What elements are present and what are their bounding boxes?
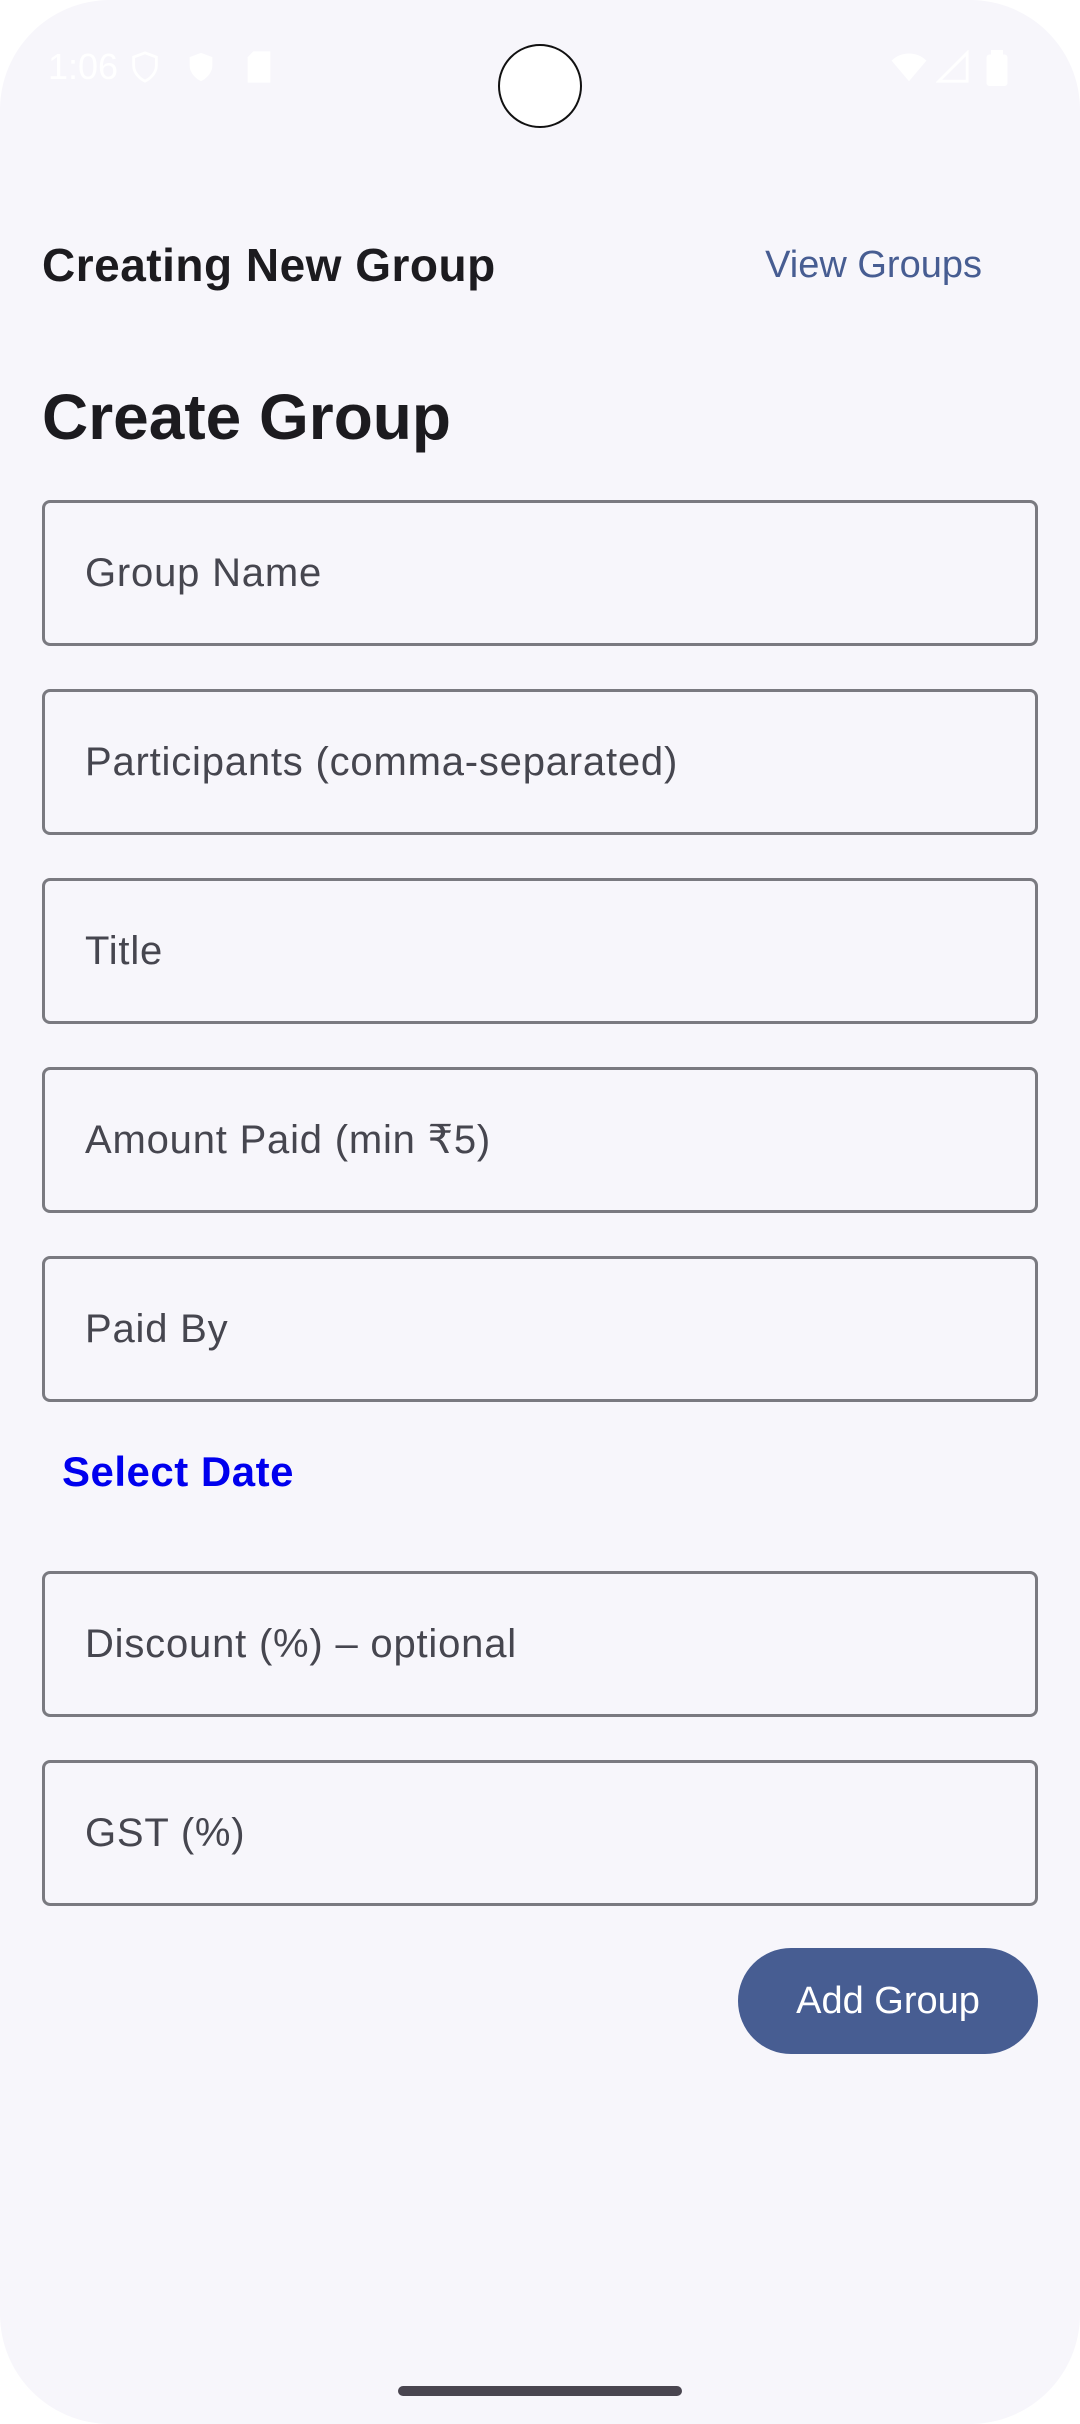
amount-paid-input[interactable] bbox=[42, 1067, 1038, 1213]
cellular-signal-icon bbox=[935, 49, 970, 84]
home-indicator[interactable] bbox=[398, 2386, 682, 2396]
sim-card-icon bbox=[244, 50, 278, 84]
discount-input[interactable] bbox=[42, 1571, 1038, 1717]
shield-icon bbox=[128, 50, 162, 84]
paid-by-input[interactable] bbox=[42, 1256, 1038, 1402]
app-screen: 1:06 Creating New Group View Groups Crea… bbox=[0, 0, 1080, 2424]
app-bar-title: Creating New Group bbox=[42, 239, 496, 291]
status-bar: 1:06 bbox=[0, 0, 1080, 140]
status-time: 1:06 bbox=[48, 46, 119, 87]
group-name-input[interactable] bbox=[42, 500, 1038, 646]
add-group-button[interactable]: Add Group bbox=[738, 1948, 1038, 2054]
select-date-button[interactable]: Select Date bbox=[62, 1448, 294, 1496]
battery-icon bbox=[986, 50, 1020, 86]
wifi-icon bbox=[890, 50, 927, 84]
title-input[interactable] bbox=[42, 878, 1038, 1024]
participants-input[interactable] bbox=[42, 689, 1038, 835]
play-protect-icon bbox=[184, 50, 218, 84]
gst-input[interactable] bbox=[42, 1760, 1038, 1906]
view-groups-button[interactable]: View Groups bbox=[765, 244, 982, 287]
form-heading: Create Group bbox=[42, 381, 451, 453]
camera-cutout bbox=[498, 44, 582, 128]
